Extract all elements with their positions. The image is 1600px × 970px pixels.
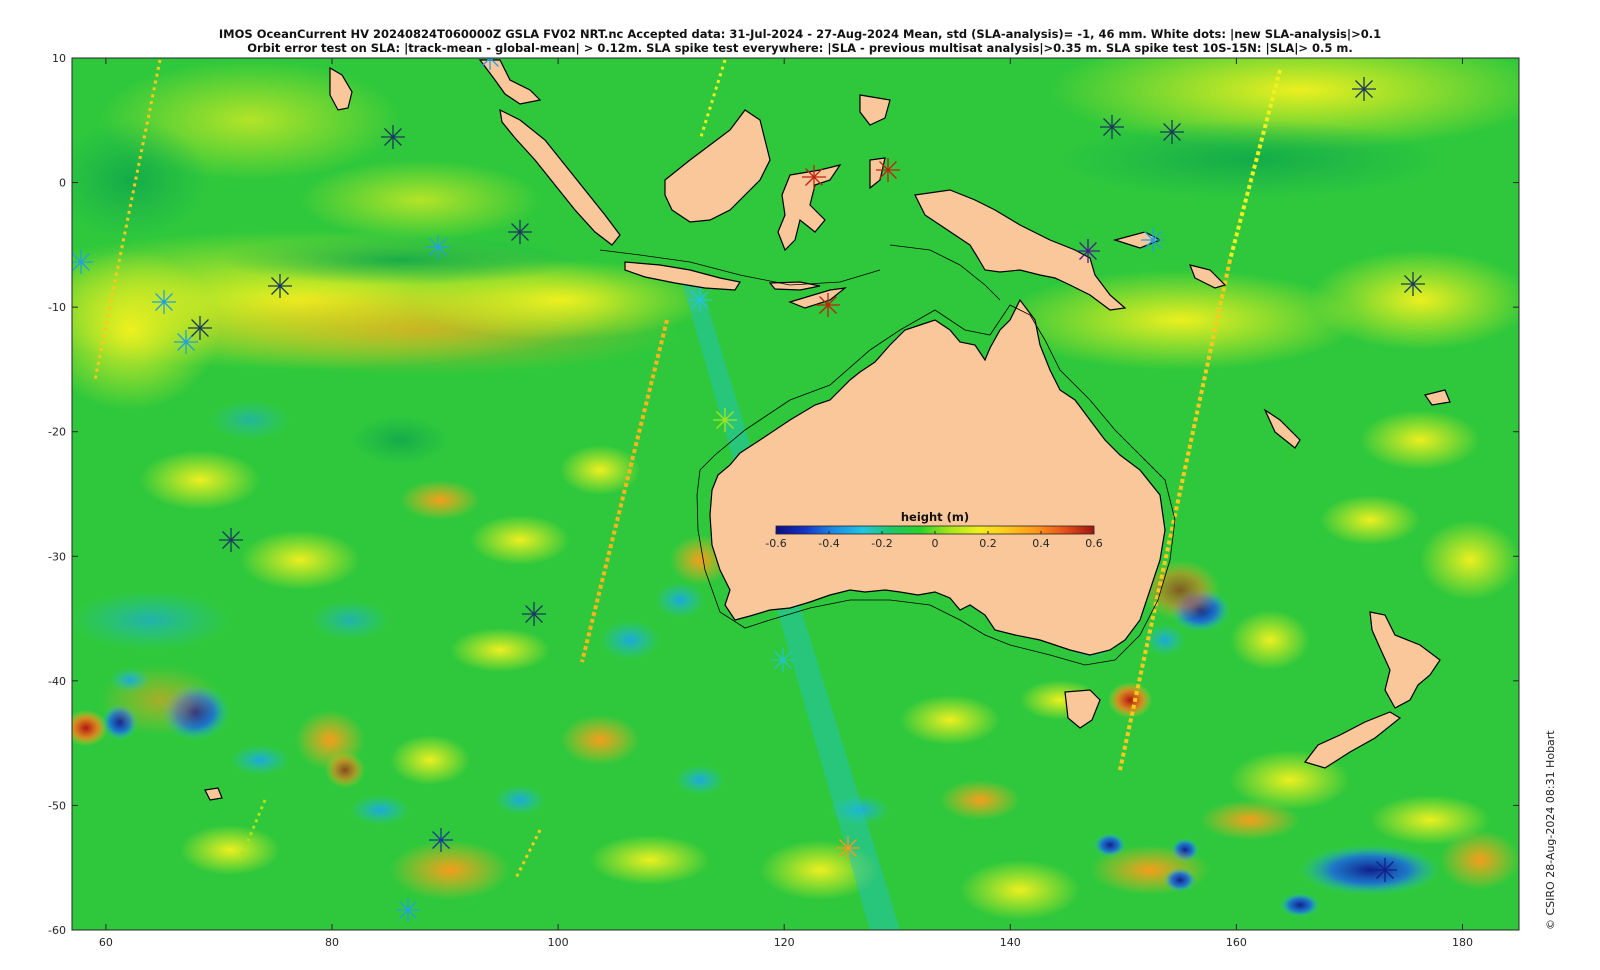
colorbar-title: height (m) xyxy=(901,510,969,524)
x-tick-label: 180 xyxy=(1452,936,1473,949)
x-tick-label: 120 xyxy=(774,936,795,949)
y-tick-label: -50 xyxy=(48,799,66,812)
colorbar-tick-label: -0.2 xyxy=(871,537,892,550)
y-tick-label: -20 xyxy=(48,426,66,439)
colorbar-tick-label: 0 xyxy=(932,537,939,550)
x-tick-label: 100 xyxy=(548,936,569,949)
y-tick-label: 10 xyxy=(52,52,66,65)
colorbar-tick-label: -0.6 xyxy=(765,537,786,550)
x-tick-label: 140 xyxy=(1000,936,1021,949)
y-tick-label: -30 xyxy=(48,550,66,563)
map-area xyxy=(72,58,1519,930)
x-tick-label: 80 xyxy=(325,936,339,949)
y-tick-label: -60 xyxy=(48,924,66,937)
colorbar-tick-label: 0.4 xyxy=(1032,537,1050,550)
y-tick-label: 0 xyxy=(59,177,66,190)
colorbar-tick-label: -0.4 xyxy=(818,537,839,550)
x-tick-label: 60 xyxy=(99,936,113,949)
colorbar-tick-label: 0.6 xyxy=(1085,537,1103,550)
colorbar-tick-label: 0.2 xyxy=(979,537,997,550)
credit-text: © CSIRO 28-Aug-2024 08:31 Hobart xyxy=(1544,730,1557,930)
sla-map-figure: 60 80 100 120 140 160 180100-10-20-30-40-50-60… xyxy=(48,52,1520,949)
x-tick-label: 160 xyxy=(1226,936,1247,949)
y-tick-label: -10 xyxy=(48,301,66,314)
y-tick-label: -40 xyxy=(48,675,66,688)
